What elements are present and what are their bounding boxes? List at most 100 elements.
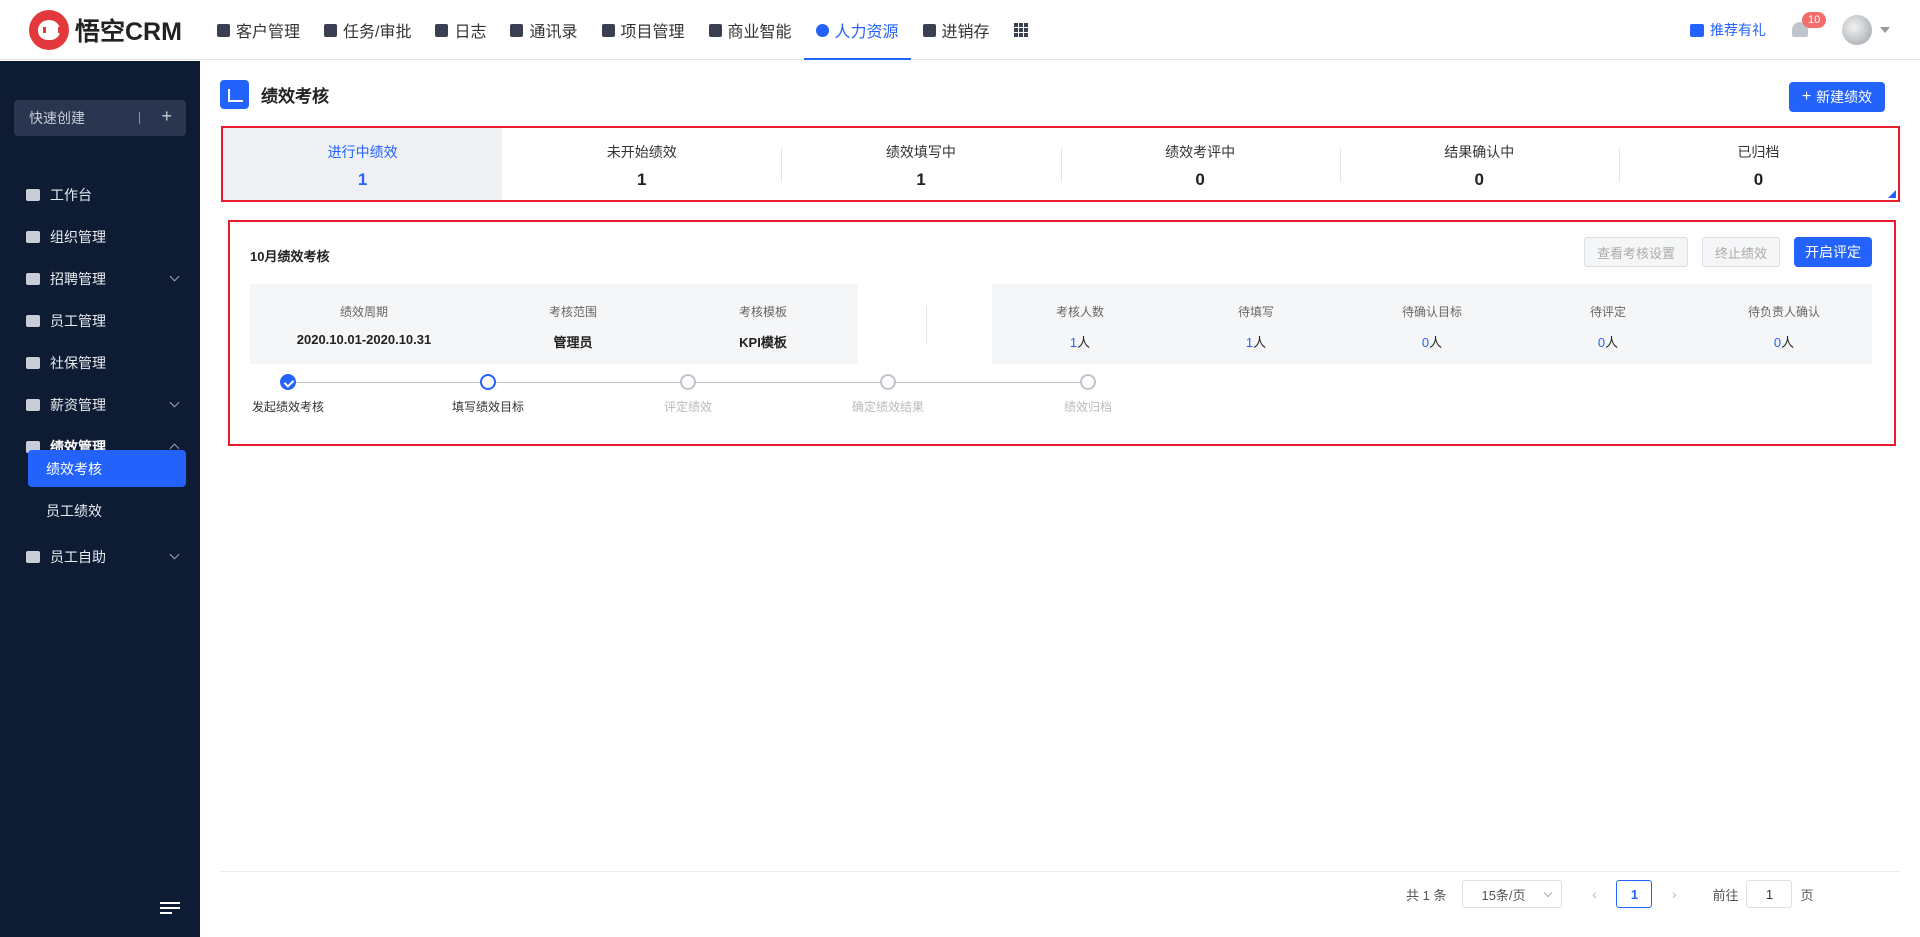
info-to-confirm-goal: 待确认目标 0人	[1344, 284, 1520, 364]
monitor-icon	[26, 189, 40, 201]
avatar[interactable]	[1842, 15, 1872, 45]
gift-icon	[1690, 23, 1704, 37]
tab-label: 结果确认中	[1444, 144, 1515, 160]
start-evaluation-button[interactable]: 开启评定	[1794, 237, 1872, 267]
info-unit: 人	[1253, 335, 1267, 350]
sidebar-item-salary[interactable]: 薪资管理	[0, 384, 200, 426]
new-performance-label: 新建绩效	[1816, 89, 1873, 105]
info-label: 待填写	[1237, 305, 1274, 319]
logo-text: 悟空CRM	[75, 18, 182, 46]
nav-item-customers[interactable]: 客户管理	[205, 0, 312, 60]
phonebook-icon	[510, 23, 524, 37]
referral-label: 推荐有礼	[1710, 22, 1766, 38]
info-label: 考核模板	[738, 305, 787, 319]
sidebar-item-social-security[interactable]: 社保管理	[0, 342, 200, 384]
info-value: 管理员	[553, 335, 593, 350]
info-to-evaluate: 待评定 0人	[1520, 284, 1696, 364]
page-size-select[interactable]: 15条/页	[1462, 880, 1563, 908]
plus-icon[interactable]: +	[161, 106, 172, 127]
info-value: KPI模板	[739, 335, 787, 350]
sidebar-item-workbench[interactable]: 工作台	[0, 174, 200, 216]
sidebar-item-employees[interactable]: 员工管理	[0, 300, 200, 342]
stop-performance-button[interactable]: 终止绩效	[1702, 237, 1780, 267]
list-icon	[601, 23, 615, 37]
notifications-button[interactable]: 10	[1792, 11, 1827, 39]
nav-item-tasks[interactable]: 任务/审批	[312, 0, 423, 60]
divider	[220, 871, 1900, 872]
view-settings-button[interactable]: 查看考核设置	[1584, 237, 1688, 267]
notebook-icon	[435, 23, 449, 37]
tab-filling[interactable]: 绩效填写中 1	[781, 128, 1060, 200]
step-confirm-result: 确定绩效结果	[818, 374, 958, 415]
person-badge-icon	[26, 551, 40, 563]
info-unit: 人	[1781, 335, 1795, 350]
briefcase-icon	[26, 273, 40, 285]
tab-not-started[interactable]: 未开始绩效 1	[502, 128, 781, 200]
tab-reviewing[interactable]: 绩效考评中 0	[1060, 128, 1340, 200]
info-label: 绩效周期	[339, 305, 388, 319]
nav-item-contacts[interactable]: 通讯录	[498, 0, 589, 60]
info-cycle: 绩效周期 2020.10.01-2020.10.31	[250, 284, 478, 364]
chevron-down-icon	[169, 271, 180, 282]
step-circle-icon	[1080, 374, 1096, 390]
chevron-down-icon	[1544, 888, 1553, 898]
current-page-button[interactable]: 1	[1616, 880, 1653, 908]
people-icon	[815, 23, 829, 37]
sidebar-subitem-label: 员工绩效	[46, 502, 102, 519]
resize-corner-icon	[1888, 190, 1896, 198]
logo[interactable]: 悟空CRM	[29, 10, 182, 50]
sidebar-item-org[interactable]: 组织管理	[0, 216, 200, 258]
next-page-button[interactable]: ›	[1660, 886, 1688, 902]
collapse-sidebar-icon[interactable]	[160, 902, 180, 916]
referral-link[interactable]: 推荐有礼	[1690, 20, 1766, 40]
sidebar-subitem-performance-review[interactable]: 绩效考核	[28, 450, 186, 487]
info-value: 0人	[1344, 332, 1520, 351]
new-performance-button[interactable]: + 新建绩效	[1789, 82, 1885, 112]
sidebar-item-recruit[interactable]: 招聘管理	[0, 258, 200, 300]
tab-label: 未开始绩效	[606, 144, 677, 160]
info-total: 考核人数 1人	[992, 284, 1168, 364]
info-to-leader-confirm: 待负责人确认 0人	[1696, 284, 1872, 364]
shield-icon	[708, 23, 722, 37]
briefcase-icon	[324, 23, 338, 37]
quick-create-button[interactable]: 快速创建 +	[14, 100, 186, 136]
page-header: 绩效考核	[220, 80, 329, 109]
headcount-info-panel: 考核人数 1人 待填写 1人 待确认目标 0人 待评定 0人 待负责人确认 0人	[992, 284, 1872, 364]
step-label: 确定绩效结果	[851, 400, 924, 414]
info-template: 考核模板 KPI模板	[668, 284, 858, 364]
info-value: 1人	[1168, 332, 1344, 351]
tab-count: 1	[916, 170, 926, 189]
info-label: 待确认目标	[1401, 305, 1462, 319]
top-navbar: 悟空CRM 客户管理 任务/审批 日志 通讯录 项目管理 商业智能 人力资源 进…	[0, 0, 1920, 60]
status-tabs: 进行中绩效 1 未开始绩效 1 绩效填写中 1 绩效考评中 0 结果确认中 0 …	[221, 126, 1900, 202]
tab-in-progress[interactable]: 进行中绩效 1	[223, 128, 503, 200]
pagination: 共 1 条 15条/页 ‹ 1 › 前往 1 页	[1406, 880, 1814, 908]
step-label: 绩效归档	[1063, 400, 1112, 414]
prev-page-button[interactable]: ‹	[1580, 886, 1608, 902]
info-to-fill: 待填写 1人	[1168, 284, 1344, 364]
nav-item-hr[interactable]: 人力资源	[803, 0, 911, 60]
tab-label: 绩效考评中	[1165, 144, 1236, 160]
tab-count: 1	[637, 170, 647, 189]
sidebar-subitem-employee-performance[interactable]: 员工绩效	[28, 492, 186, 529]
chevron-down-icon[interactable]	[1880, 27, 1890, 33]
nav-item-projects[interactable]: 项目管理	[590, 0, 697, 60]
step-evaluate: 评定绩效	[618, 374, 758, 415]
tab-archived[interactable]: 已归档 0	[1618, 128, 1898, 200]
sidebar-item-self-service[interactable]: 员工自助	[0, 536, 200, 578]
goto-page-input[interactable]: 1	[1746, 880, 1793, 908]
info-value: 2020.10.01-2020.10.31	[296, 332, 432, 347]
sidebar: 快速创建 + 工作台 组织管理 招聘管理 员工管理 社保管理 薪资管理 绩效管理…	[0, 61, 200, 937]
info-scope: 考核范围 管理员	[478, 284, 668, 364]
sidebar-item-label: 社保管理	[50, 355, 106, 371]
card-title: 10月绩效考核	[250, 249, 330, 264]
info-value: 0人	[1696, 332, 1872, 351]
nav-item-logs[interactable]: 日志	[423, 0, 498, 60]
apps-menu-button[interactable]	[1002, 0, 1040, 60]
step-label: 发起绩效考核	[251, 400, 324, 414]
nav-item-inventory[interactable]: 进销存	[911, 0, 1002, 60]
info-unit: 人	[1077, 335, 1091, 350]
nav-item-bi[interactable]: 商业智能	[697, 0, 804, 60]
tab-count: 0	[1195, 170, 1205, 189]
tab-confirming[interactable]: 结果确认中 0	[1339, 128, 1619, 200]
